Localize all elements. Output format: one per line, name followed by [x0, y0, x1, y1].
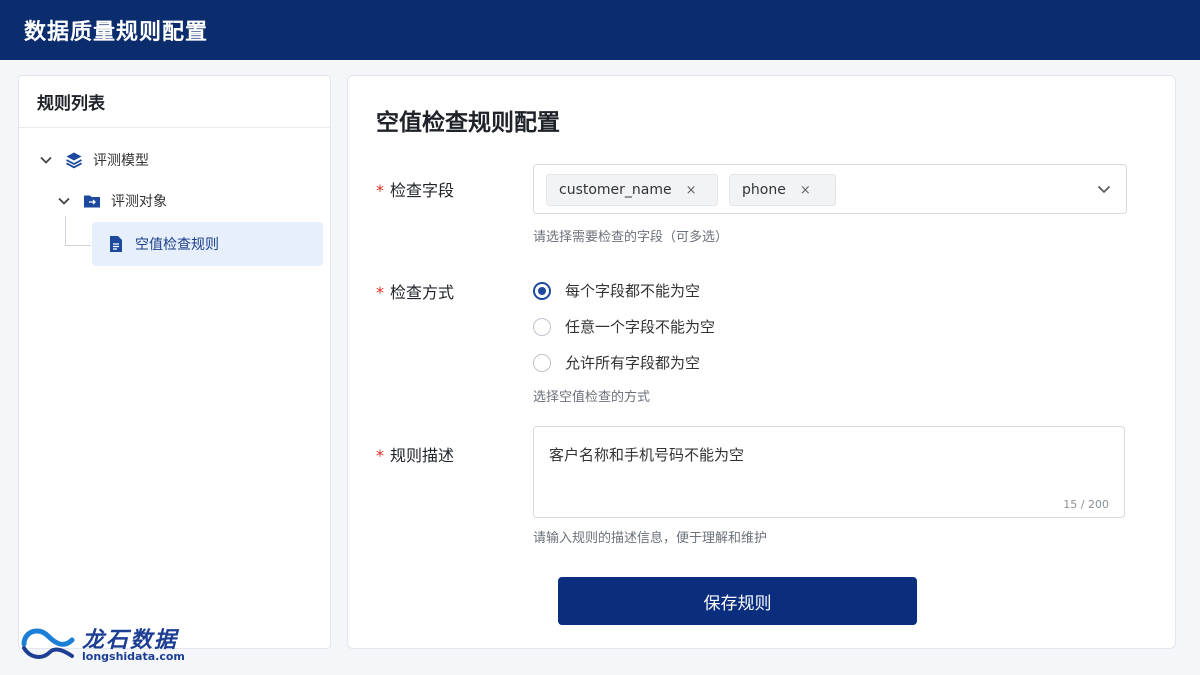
- radio-label: 任意一个字段不能为空: [565, 318, 716, 336]
- brand-url: longshidata.com: [82, 650, 185, 663]
- field-tag: customer_name ×: [546, 174, 718, 206]
- method-label-text: 检查方式: [390, 283, 455, 302]
- rule-list-sidebar: 规则列表 评测模型 评测对象 空值检查规则: [18, 75, 331, 649]
- description-value: 客户名称和手机号码不能为空: [549, 446, 745, 464]
- save-rule-button[interactable]: 保存规则: [558, 577, 917, 625]
- char-counter: 15 / 200: [1063, 498, 1109, 511]
- radio-button[interactable]: [533, 317, 551, 336]
- rule-config-panel: 空值检查规则配置 * 检查字段 customer_name × phone × 请…: [347, 75, 1176, 649]
- description-hint: 请输入规则的描述信息，便于理解和维护: [533, 531, 768, 546]
- brand-logo-icon: [21, 628, 75, 659]
- fields-multiselect[interactable]: customer_name × phone ×: [533, 164, 1127, 214]
- layers-icon: [66, 152, 82, 169]
- description-textarea[interactable]: 客户名称和手机号码不能为空 15 / 200: [533, 426, 1125, 518]
- radio-label: 允许所有字段都为空: [565, 354, 701, 372]
- tree-node-rule-selected[interactable]: 空值检查规则: [92, 222, 323, 266]
- tree-node-model[interactable]: 评测模型: [39, 140, 149, 180]
- description-label: * 规则描述: [376, 442, 454, 466]
- radio-label: 每个字段都不能为空: [565, 282, 701, 300]
- tree-connector: [65, 216, 66, 246]
- form-title: 空值检查规则配置: [376, 110, 560, 136]
- field-tag-label: phone: [742, 182, 786, 198]
- field-tag: phone ×: [729, 174, 836, 206]
- field-tag-label: customer_name: [559, 182, 672, 198]
- radio-option-all-empty-allowed[interactable]: 允许所有字段都为空: [533, 352, 700, 373]
- fields-hint: 请选择需要检查的字段（可多选）: [533, 230, 729, 245]
- required-mark: *: [376, 283, 384, 302]
- radio-button-selected[interactable]: [533, 281, 551, 300]
- radio-option-all-required[interactable]: 每个字段都不能为空: [533, 280, 700, 301]
- close-icon[interactable]: ×: [686, 183, 697, 198]
- tree-connector: [65, 245, 91, 246]
- radio-option-any-required[interactable]: 任意一个字段不能为空: [533, 316, 715, 337]
- tree-node-object[interactable]: 评测对象: [57, 181, 167, 221]
- sidebar-title: 规则列表: [19, 76, 330, 128]
- chevron-down-icon[interactable]: [1096, 181, 1112, 197]
- top-bar: 数据质量规则配置: [0, 0, 1200, 60]
- radio-button[interactable]: [533, 353, 551, 372]
- fields-label-text: 检查字段: [390, 181, 455, 200]
- tree-node-rule-label: 空值检查规则: [135, 237, 219, 253]
- required-mark: *: [376, 446, 384, 465]
- brand-logo: 龙石数据 longshidata.com: [20, 622, 220, 666]
- document-icon: [110, 236, 122, 252]
- required-mark: *: [376, 181, 384, 200]
- fields-label: * 检查字段: [376, 177, 454, 201]
- method-hint: 选择空值检查的方式: [533, 390, 651, 405]
- chevron-down-icon[interactable]: [39, 153, 53, 167]
- method-label: * 检查方式: [376, 279, 454, 303]
- folder-icon: [84, 195, 100, 208]
- chevron-down-icon[interactable]: [57, 194, 71, 208]
- description-label-text: 规则描述: [390, 446, 455, 465]
- app-title: 数据质量规则配置: [24, 20, 209, 45]
- tree-node-model-label: 评测模型: [93, 153, 149, 169]
- tree-node-object-label: 评测对象: [111, 194, 167, 210]
- close-icon[interactable]: ×: [800, 183, 811, 198]
